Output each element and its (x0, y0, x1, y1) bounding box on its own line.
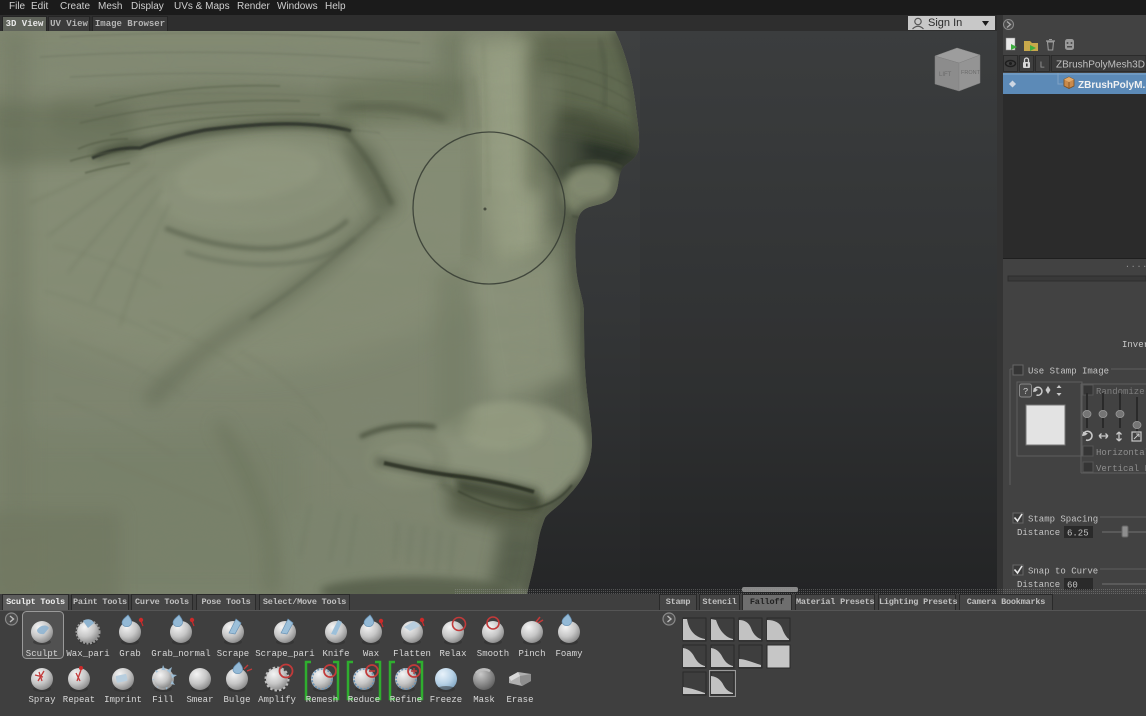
svg-text:Wax_pari: Wax_pari (66, 649, 109, 659)
svg-text:Relax: Relax (439, 649, 466, 659)
svg-text:Erase: Erase (506, 695, 533, 705)
svg-text:Refine: Refine (390, 695, 422, 705)
svg-text:Remesh: Remesh (306, 695, 338, 705)
svg-text:Bulge: Bulge (223, 695, 250, 705)
svg-text:Scrape: Scrape (217, 649, 249, 659)
svg-text:Sculpt: Sculpt (26, 649, 58, 659)
svg-text:Horizontal: Horizontal (1096, 448, 1146, 458)
svg-text:Spray: Spray (28, 695, 56, 705)
svg-text:Knife: Knife (322, 649, 349, 659)
svg-text:?: ? (1023, 387, 1028, 397)
svg-text:Freeze: Freeze (430, 695, 462, 705)
svg-text:Amplify: Amplify (258, 695, 296, 705)
svg-text:Scrape_pari: Scrape_pari (255, 649, 314, 659)
svg-text:Grab_normal: Grab_normal (151, 649, 210, 659)
svg-text:Imprint: Imprint (104, 695, 142, 705)
svg-text:6.25: 6.25 (1067, 529, 1089, 539)
svg-text:Pinch: Pinch (518, 649, 545, 659)
svg-text:.....: ..... (1125, 261, 1146, 270)
svg-text:Inver: Inver (1122, 340, 1146, 350)
svg-text:Smooth: Smooth (477, 649, 509, 659)
svg-text:Mask: Mask (473, 695, 495, 705)
svg-text:Foamy: Foamy (555, 649, 583, 659)
svg-text:L: L (1040, 61, 1045, 71)
svg-text:Distance: Distance (1017, 528, 1060, 538)
svg-text:Reduce: Reduce (348, 695, 380, 705)
svg-text:Repeat: Repeat (63, 695, 95, 705)
svg-text:Stamp Spacing: Stamp Spacing (1028, 515, 1098, 525)
svg-text:LIFT: LIFT (939, 72, 952, 78)
svg-text:Fill: Fill (152, 695, 174, 705)
svg-text:Wax: Wax (363, 649, 379, 659)
svg-text:Smear: Smear (186, 695, 213, 705)
svg-text:Vertical Fl: Vertical Fl (1096, 464, 1146, 474)
svg-text:FRONT: FRONT (961, 70, 981, 76)
svg-text:Use Stamp Image: Use Stamp Image (1028, 367, 1109, 377)
svg-text:ZBrushPolyM...: ZBrushPolyM... (1078, 80, 1146, 91)
svg-text:Grab: Grab (119, 649, 141, 659)
svg-text:Flatten: Flatten (393, 649, 431, 659)
svg-text:Snap to Curve: Snap to Curve (1028, 567, 1098, 577)
svg-text:ZBrushPolyMesh3D: ZBrushPolyMesh3D (1056, 60, 1145, 71)
